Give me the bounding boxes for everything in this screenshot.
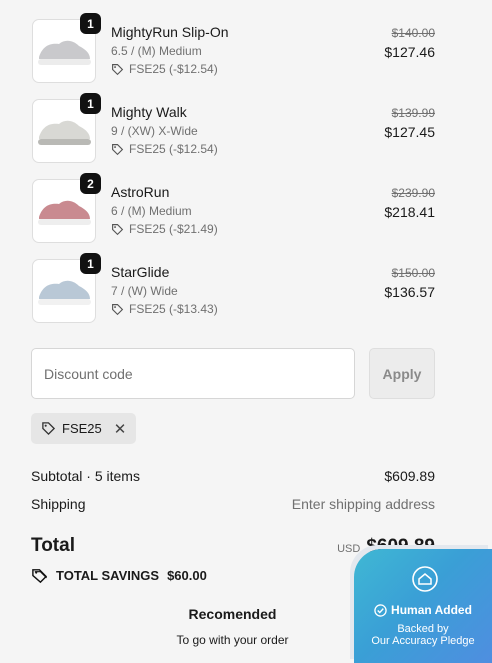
quantity-badge: 1 xyxy=(80,13,101,34)
product-variant: 6.5 / (M) Medium xyxy=(111,44,202,58)
shipping-label: Shipping xyxy=(31,496,86,512)
product-name[interactable]: MightyRun Slip-On xyxy=(111,24,229,40)
subtotal-row: Subtotal · 5 items $609.89 xyxy=(31,468,435,484)
item-discount: FSE25 (-$21.49) xyxy=(111,222,218,236)
badge-line-2: Our Accuracy Pledge xyxy=(371,635,475,647)
item-discount-label: FSE25 (-$13.43) xyxy=(129,302,218,316)
shoe-image xyxy=(38,280,91,305)
check-circle-icon xyxy=(374,603,387,617)
product-variant: 9 / (XW) X-Wide xyxy=(111,124,198,138)
apply-button[interactable]: Apply xyxy=(369,348,435,399)
shoe-image xyxy=(38,200,91,225)
tag-icon xyxy=(32,569,48,584)
sale-price: $127.46 xyxy=(384,44,435,60)
applied-discount-chip: FSE25 ✕ xyxy=(31,413,137,444)
original-price: $139.99 xyxy=(391,106,435,120)
original-price: $140.00 xyxy=(391,26,435,40)
human-added-title-row: Human Added xyxy=(354,603,492,617)
savings-value: $60.00 xyxy=(167,568,207,583)
product-name[interactable]: StarGlide xyxy=(111,264,169,280)
shipping-value: Enter shipping address xyxy=(291,496,435,512)
item-discount: FSE25 (-$12.54) xyxy=(111,62,218,76)
item-discount-label: FSE25 (-$12.54) xyxy=(129,142,218,156)
item-discount-label: FSE25 (-$12.54) xyxy=(129,62,218,76)
applied-code-label: FSE25 xyxy=(62,421,102,436)
tag-icon xyxy=(112,63,124,75)
product-variant: 7 / (W) Wide xyxy=(111,284,178,298)
shoe-image xyxy=(38,120,91,145)
product-name[interactable]: AstroRun xyxy=(111,184,169,200)
sale-price: $136.57 xyxy=(384,284,435,300)
item-discount: FSE25 (-$12.54) xyxy=(111,142,218,156)
quantity-badge: 1 xyxy=(80,253,101,274)
tag-icon xyxy=(112,303,124,315)
tag-icon xyxy=(112,223,124,235)
total-label: Total xyxy=(31,535,75,556)
currency-code: USD xyxy=(337,543,361,555)
original-price: $150.00 xyxy=(391,266,435,280)
sale-price: $218.41 xyxy=(384,204,435,220)
item-discount: FSE25 (-$13.43) xyxy=(111,302,218,316)
product-name[interactable]: Mighty Walk xyxy=(111,104,187,120)
total-savings: TOTAL SAVINGS $60.00 xyxy=(31,567,207,584)
quantity-badge: 2 xyxy=(80,173,101,194)
product-variant: 6 / (M) Medium xyxy=(111,204,192,218)
close-icon[interactable]: ✕ xyxy=(114,420,127,438)
human-added-badge[interactable]: Human Added Backed by Our Accuracy Pledg… xyxy=(354,549,492,663)
shipping-row: Shipping Enter shipping address xyxy=(31,496,435,512)
original-price: $239.90 xyxy=(391,186,435,200)
discount-code-input[interactable] xyxy=(31,348,355,399)
shoe-image xyxy=(38,40,91,65)
shield-icon xyxy=(412,566,438,592)
line-item[interactable]: 2 AstroRun 6 / (M) Medium FSE25 (-$21.49… xyxy=(32,173,435,243)
quantity-badge: 1 xyxy=(80,93,101,114)
line-item[interactable]: 1 StarGlide 7 / (W) Wide FSE25 (-$13.43)… xyxy=(32,253,435,323)
tag-icon xyxy=(42,422,56,436)
item-discount-label: FSE25 (-$21.49) xyxy=(129,222,218,236)
subtotal-value: $609.89 xyxy=(384,468,435,484)
subtotal-label: Subtotal · 5 items xyxy=(31,468,140,484)
badge-line-1: Backed by xyxy=(397,623,449,635)
line-item[interactable]: 1 MightyRun Slip-On 6.5 / (M) Medium FSE… xyxy=(32,13,435,83)
savings-label: TOTAL SAVINGS xyxy=(56,568,160,583)
sale-price: $127.45 xyxy=(384,124,435,140)
line-item[interactable]: 1 Mighty Walk 9 / (XW) X-Wide FSE25 (-$1… xyxy=(32,93,435,163)
badge-title: Human Added xyxy=(391,603,472,617)
tag-icon xyxy=(112,143,124,155)
